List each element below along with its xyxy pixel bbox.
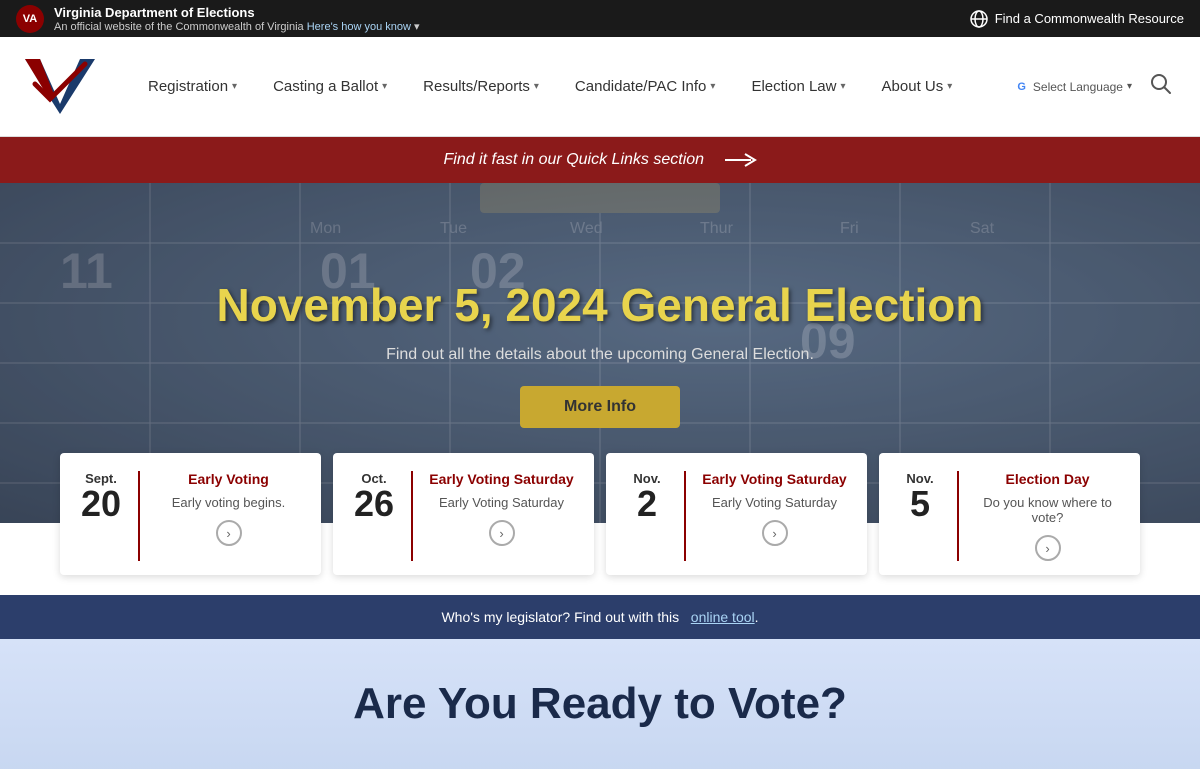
chevron-down-icon: ▾ bbox=[1127, 81, 1132, 92]
dropdown-chevron: ▾ bbox=[414, 21, 420, 33]
nav-link-registration[interactable]: Registration ▾ bbox=[130, 70, 255, 103]
nav-link-election-law[interactable]: Election Law ▾ bbox=[733, 70, 863, 103]
card-day-0: 20 bbox=[76, 486, 126, 522]
card-day-2: 2 bbox=[622, 486, 672, 522]
agency-name: Virginia Department of Elections bbox=[54, 5, 420, 20]
card-info-3: Election Day Do you know where to vote? … bbox=[971, 471, 1124, 561]
ready-section: Are You Ready to Vote? bbox=[0, 639, 1200, 769]
card-arrow-0[interactable]: › bbox=[152, 520, 305, 546]
card-title-0: Early Voting bbox=[152, 471, 305, 487]
card-date-1: Oct. 26 bbox=[349, 471, 399, 522]
card-arrow-1[interactable]: › bbox=[425, 520, 578, 546]
card-desc-1: Early Voting Saturday bbox=[425, 495, 578, 510]
top-bar-right: Find a Commonwealth Resource bbox=[969, 9, 1184, 29]
svg-text:Sat: Sat bbox=[970, 220, 995, 237]
card-title-1: Early Voting Saturday bbox=[425, 471, 578, 487]
nav-link-results[interactable]: Results/Reports ▾ bbox=[405, 70, 557, 103]
svg-text:Mon: Mon bbox=[310, 220, 341, 237]
google-translate: G Select Language ▾ bbox=[1014, 80, 1132, 94]
arrow-circle-icon-1[interactable]: › bbox=[489, 520, 515, 546]
nav-link-candidate[interactable]: Candidate/PAC Info ▾ bbox=[557, 70, 734, 103]
hero-content: November 5, 2024 General Election Find o… bbox=[216, 278, 983, 428]
google-g-icon: G bbox=[1014, 80, 1029, 94]
card-divider-0 bbox=[138, 471, 140, 561]
chevron-down-icon: ▾ bbox=[947, 81, 952, 92]
card-title-2: Early Voting Saturday bbox=[698, 471, 851, 487]
hero-title: November 5, 2024 General Election bbox=[216, 278, 983, 332]
va-seal-icon: VA bbox=[16, 5, 44, 33]
nav-item-results[interactable]: Results/Reports ▾ bbox=[405, 70, 557, 103]
globe-icon bbox=[969, 9, 989, 29]
nav-item-election-law[interactable]: Election Law ▾ bbox=[733, 70, 863, 103]
card-desc-0: Early voting begins. bbox=[152, 495, 305, 510]
event-cards-grid: Sept. 20 Early Voting Early voting begin… bbox=[60, 453, 1140, 575]
chevron-down-icon: ▾ bbox=[710, 81, 715, 92]
navbar: Registration ▾ Casting a Ballot ▾ Result… bbox=[0, 37, 1200, 137]
event-cards-section: Sept. 20 Early Voting Early voting begin… bbox=[0, 453, 1200, 595]
chevron-down-icon: ▾ bbox=[382, 81, 387, 92]
online-tool-link[interactable]: online tool bbox=[691, 609, 755, 625]
svg-text:Fri: Fri bbox=[840, 220, 859, 237]
logo-image bbox=[20, 49, 100, 119]
nav-item-about[interactable]: About Us ▾ bbox=[864, 70, 971, 103]
nav-link-casting[interactable]: Casting a Ballot ▾ bbox=[255, 70, 405, 103]
card-divider-1 bbox=[411, 471, 413, 561]
card-date-0: Sept. 20 bbox=[76, 471, 126, 522]
event-card-2: Nov. 2 Early Voting Saturday Early Votin… bbox=[606, 453, 867, 575]
nav-links: Registration ▾ Casting a Ballot ▾ Result… bbox=[130, 70, 1014, 103]
official-text: An official website of the Commonwealth … bbox=[54, 20, 420, 33]
svg-text:Thur: Thur bbox=[700, 220, 734, 237]
svg-text:Wed: Wed bbox=[570, 220, 603, 237]
quick-links-text: Find it fast in our Quick Links section bbox=[443, 151, 756, 169]
chevron-down-icon: ▾ bbox=[232, 81, 237, 92]
heres-how-link[interactable]: Here's how you know bbox=[307, 21, 411, 33]
legislator-text: Who's my legislator? Find out with this bbox=[441, 609, 679, 625]
nav-link-about[interactable]: About Us ▾ bbox=[864, 70, 971, 103]
find-resource-text[interactable]: Find a Commonwealth Resource bbox=[995, 11, 1184, 26]
card-arrow-2[interactable]: › bbox=[698, 520, 851, 546]
agency-info: Virginia Department of Elections An offi… bbox=[54, 5, 420, 33]
quick-links-banner[interactable]: Find it fast in our Quick Links section bbox=[0, 137, 1200, 183]
svg-text:Tue: Tue bbox=[440, 220, 467, 237]
event-card-1: Oct. 26 Early Voting Saturday Early Voti… bbox=[333, 453, 594, 575]
card-day-3: 5 bbox=[895, 486, 945, 522]
card-title-3: Election Day bbox=[971, 471, 1124, 487]
card-divider-2 bbox=[684, 471, 686, 561]
top-bar: VA Virginia Department of Elections An o… bbox=[0, 0, 1200, 37]
card-info-2: Early Voting Saturday Early Voting Satur… bbox=[698, 471, 851, 546]
card-info-1: Early Voting Saturday Early Voting Satur… bbox=[425, 471, 578, 546]
card-arrow-3[interactable]: › bbox=[971, 535, 1124, 561]
card-day-1: 26 bbox=[349, 486, 399, 522]
card-desc-2: Early Voting Saturday bbox=[698, 495, 851, 510]
arrow-circle-icon-2[interactable]: › bbox=[762, 520, 788, 546]
event-card-3: Nov. 5 Election Day Do you know where to… bbox=[879, 453, 1140, 575]
card-divider-3 bbox=[957, 471, 959, 561]
chevron-down-icon: ▾ bbox=[841, 81, 846, 92]
card-desc-3: Do you know where to vote? bbox=[971, 495, 1124, 525]
event-card-0: Sept. 20 Early Voting Early voting begin… bbox=[60, 453, 321, 575]
legislator-bar: Who's my legislator? Find out with this … bbox=[0, 595, 1200, 639]
search-button[interactable] bbox=[1142, 65, 1180, 109]
card-date-3: Nov. 5 bbox=[895, 471, 945, 522]
nav-item-registration[interactable]: Registration ▾ bbox=[130, 70, 255, 103]
card-date-2: Nov. 2 bbox=[622, 471, 672, 522]
arrow-circle-icon-3[interactable]: › bbox=[1035, 535, 1061, 561]
arrow-right-icon bbox=[725, 152, 757, 168]
arrow-circle-icon-0[interactable]: › bbox=[216, 520, 242, 546]
nav-item-candidate[interactable]: Candidate/PAC Info ▾ bbox=[557, 70, 734, 103]
nav-logo[interactable] bbox=[20, 49, 100, 124]
select-language[interactable]: Select Language bbox=[1033, 80, 1123, 94]
chevron-down-icon: ▾ bbox=[534, 81, 539, 92]
more-info-button[interactable]: More Info bbox=[520, 386, 680, 428]
top-bar-left: VA Virginia Department of Elections An o… bbox=[16, 5, 420, 33]
nav-item-casting[interactable]: Casting a Ballot ▾ bbox=[255, 70, 405, 103]
svg-text:11: 11 bbox=[60, 243, 113, 299]
search-icon bbox=[1150, 73, 1172, 95]
hero-subtitle: Find out all the details about the upcom… bbox=[216, 346, 983, 364]
card-info-0: Early Voting Early voting begins. › bbox=[152, 471, 305, 546]
